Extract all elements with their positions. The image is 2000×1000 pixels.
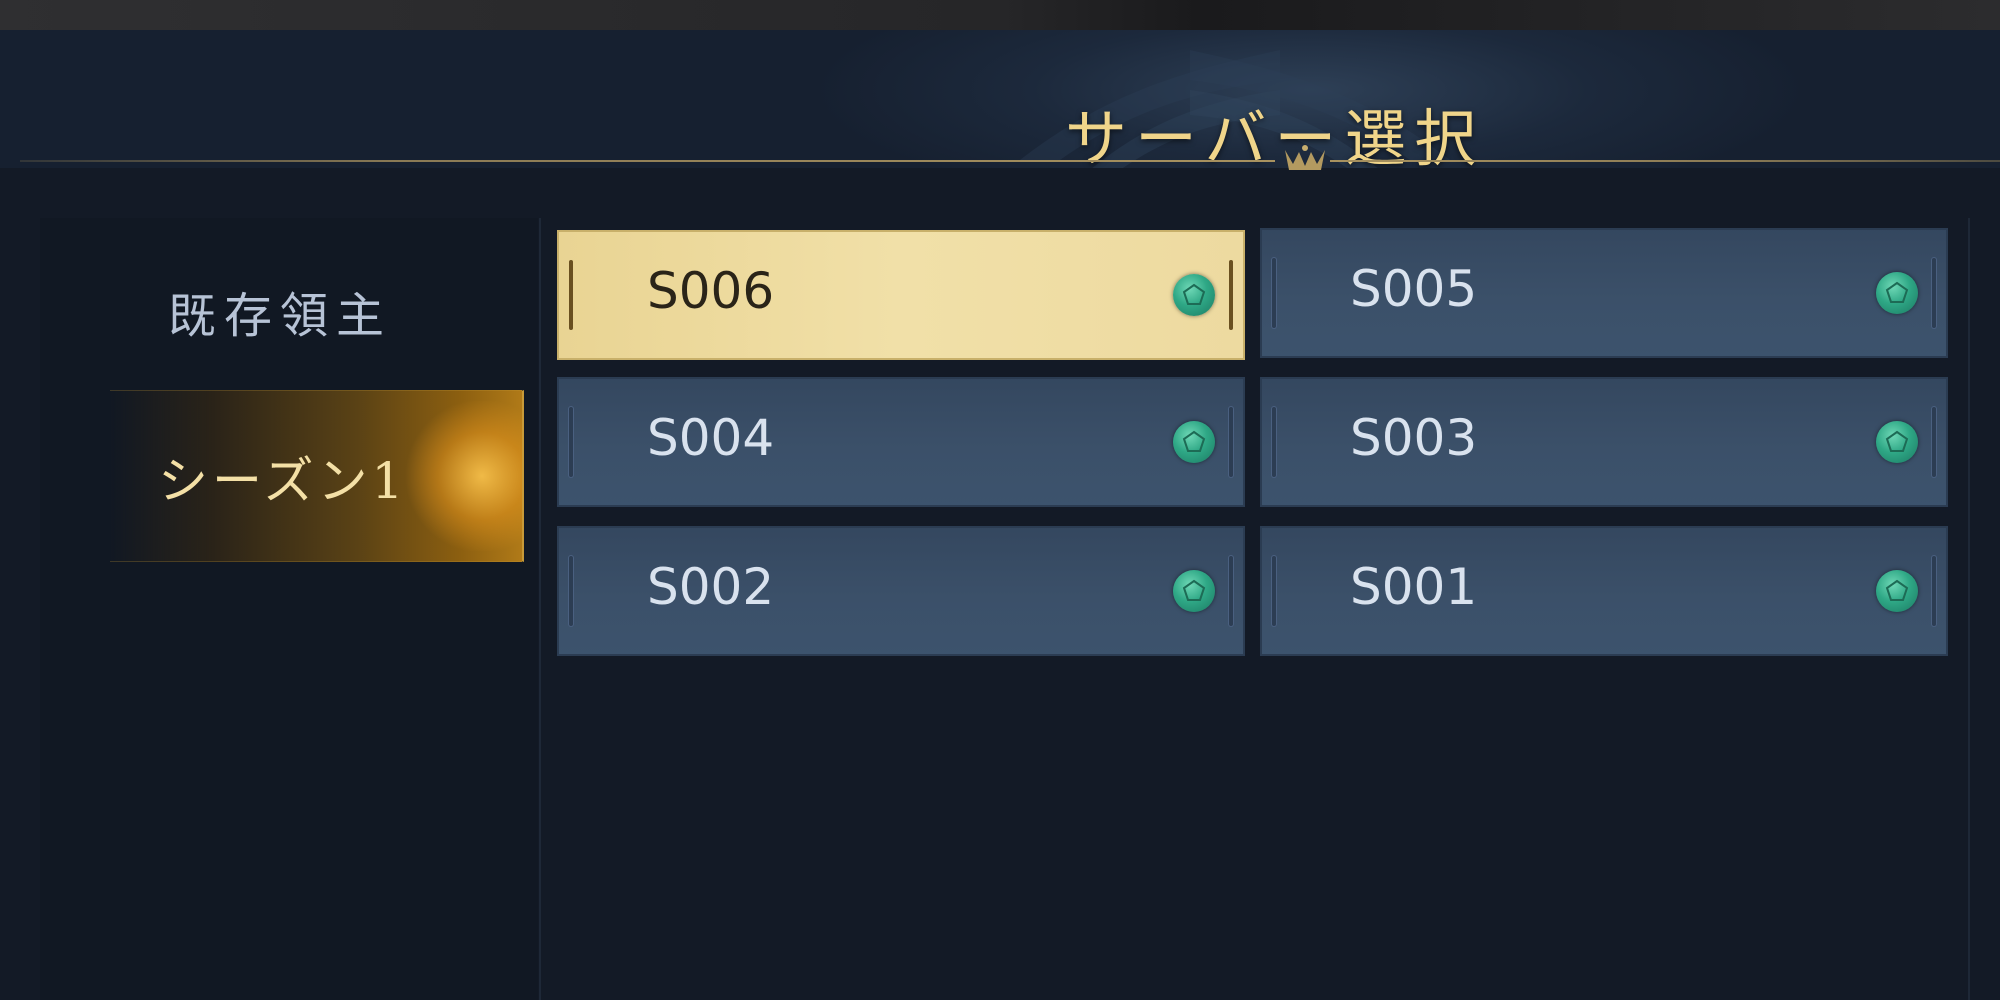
page-title: サーバー選択 [1065, 102, 1485, 168]
server-status-icon [1876, 272, 1918, 314]
card-bracket [1272, 556, 1276, 626]
server-card-s004[interactable]: S004 [557, 377, 1245, 507]
card-bracket [569, 556, 573, 626]
server-name: S005 [1350, 260, 1478, 318]
card-bracket [569, 407, 573, 477]
sidebar-item-existing-lords[interactable]: 既存領主 [118, 270, 478, 344]
title-divider-right [1330, 160, 2000, 162]
title-divider-left [20, 160, 1275, 162]
server-name: S004 [647, 409, 775, 467]
server-card-s002[interactable]: S002 [557, 526, 1245, 656]
server-name: S001 [1350, 558, 1478, 616]
card-bracket [1272, 407, 1276, 477]
server-name: S006 [647, 262, 775, 320]
card-bracket [1932, 258, 1936, 328]
sidebar-item-label: 既存領主 [168, 288, 393, 344]
server-card-s001[interactable]: S001 [1260, 526, 1948, 656]
server-name: S003 [1350, 409, 1478, 467]
server-card-s003[interactable]: S003 [1260, 377, 1948, 507]
card-bracket [1229, 556, 1233, 626]
card-bracket [1932, 407, 1936, 477]
card-bracket [1229, 260, 1233, 330]
card-bracket [569, 260, 573, 330]
top-bar [0, 0, 2000, 30]
card-bracket [1229, 407, 1233, 477]
panel-right-edge [1968, 218, 1970, 1000]
header: サーバー選択 [0, 30, 2000, 168]
sidebar-divider [539, 218, 541, 1000]
server-card-s006[interactable]: S006 [557, 230, 1245, 360]
sidebar-item-label: シーズン1 [158, 452, 408, 510]
card-bracket [1932, 556, 1936, 626]
server-card-s005[interactable]: S005 [1260, 228, 1948, 358]
crown-ornament-icon [1285, 145, 1325, 170]
server-status-icon [1876, 570, 1918, 612]
card-bracket [1272, 258, 1276, 328]
server-status-icon [1173, 570, 1215, 612]
server-status-icon [1173, 274, 1215, 316]
server-status-icon [1876, 421, 1918, 463]
server-name: S002 [647, 558, 775, 616]
server-status-icon [1173, 421, 1215, 463]
sidebar-item-season-1[interactable]: シーズン1 [110, 390, 524, 562]
selected-glow [402, 401, 522, 551]
